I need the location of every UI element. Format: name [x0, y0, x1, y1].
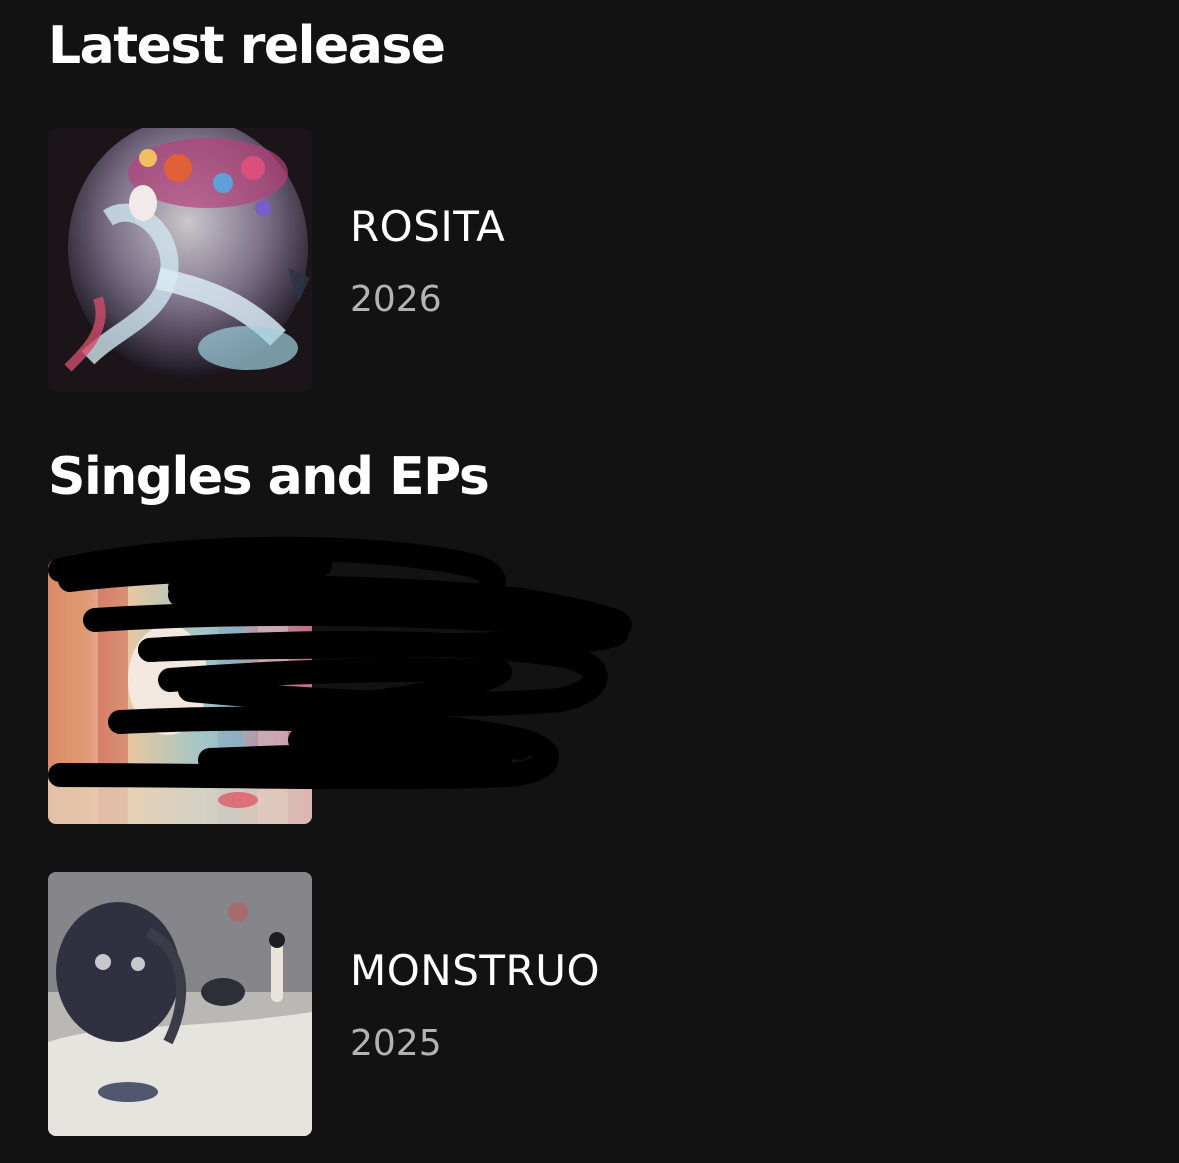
- album-art-redacted-icon: [48, 560, 312, 824]
- release-item-rosita[interactable]: ROSITA 2026: [48, 128, 1128, 392]
- release-item-monstruo[interactable]: MONSTRUO 2025: [48, 872, 1128, 1136]
- release-year: 2026: [350, 279, 442, 320]
- release-year: 2025: [350, 1023, 442, 1064]
- release-year: 2025: [350, 711, 442, 752]
- section-title-latest-release: Latest release: [48, 16, 446, 76]
- album-art-monstruo-icon: [48, 872, 312, 1136]
- album-cover-image[interactable]: [48, 872, 312, 1136]
- release-item-redacted[interactable]: 2025: [48, 560, 1128, 824]
- section-title-singles-and-eps: Singles and EPs: [48, 447, 490, 507]
- album-cover-image[interactable]: [48, 128, 312, 392]
- release-title[interactable]: MONSTRUO: [350, 950, 600, 992]
- album-art-rosita-icon: [48, 128, 312, 392]
- release-title[interactable]: ROSITA: [350, 206, 505, 248]
- album-cover-image[interactable]: [48, 560, 312, 824]
